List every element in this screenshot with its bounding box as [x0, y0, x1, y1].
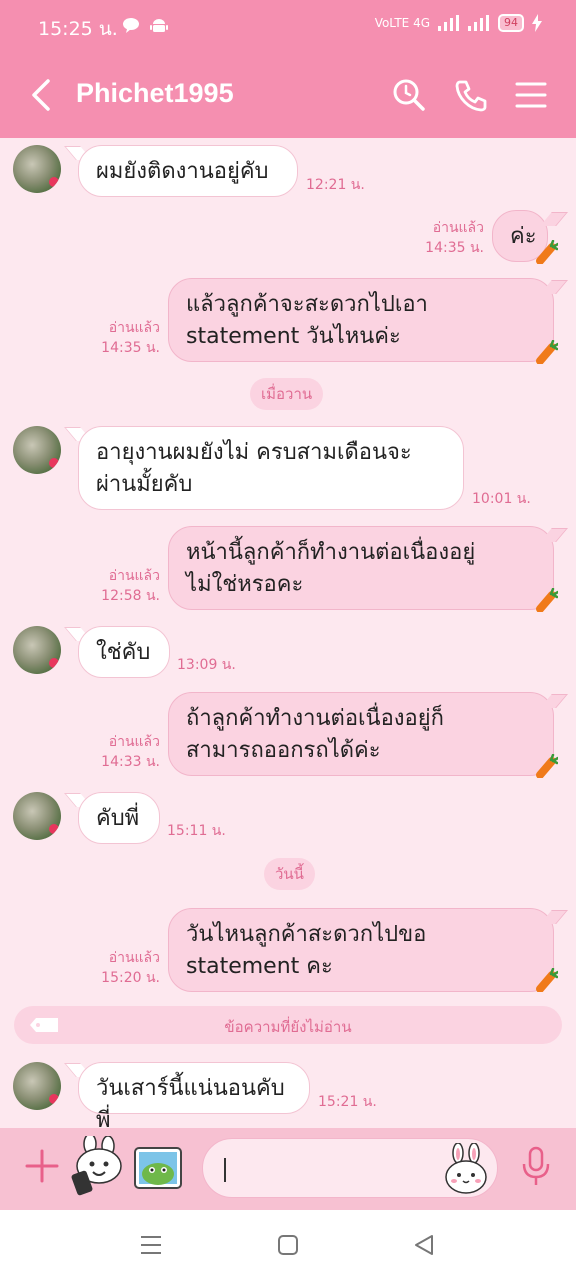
- carrot-icon: [536, 588, 558, 612]
- message-bubble-outgoing[interactable]: วันไหนลูกค้าสะดวกไปขอ statement คะ: [168, 908, 554, 992]
- input-bar: [0, 1128, 576, 1210]
- signal-icon: [438, 15, 459, 31]
- message-time: 14:33 น.: [101, 754, 160, 770]
- read-receipt: อ่านแล้ว: [108, 568, 160, 584]
- avatar[interactable]: [13, 626, 61, 674]
- battery-indicator: 94: [498, 14, 524, 32]
- message-bubble-incoming[interactable]: ผมยังติดงานอยู่คับ: [78, 145, 298, 197]
- back-nav-icon[interactable]: [412, 1232, 438, 1258]
- search-icon[interactable]: [392, 78, 426, 112]
- message-time: 12:58 น.: [101, 588, 160, 604]
- status-time: 15:25 น.: [38, 18, 118, 40]
- signal-icon-2: [468, 15, 489, 31]
- message-bubble-outgoing[interactable]: หน้านี้ลูกค้าก็ทำงานต่อเนื่องอยู่ ไม่ใช่…: [168, 526, 554, 610]
- message-time: 10:01 น.: [472, 491, 531, 507]
- avatar[interactable]: [13, 426, 61, 474]
- message-time: 14:35 น.: [425, 240, 484, 256]
- menu-icon[interactable]: [514, 78, 548, 112]
- recent-apps-icon[interactable]: [138, 1232, 164, 1258]
- avatar[interactable]: [13, 792, 61, 840]
- back-icon[interactable]: [28, 78, 56, 112]
- read-receipt: อ่านแล้ว: [108, 734, 160, 750]
- read-receipt: อ่านแล้ว: [108, 320, 160, 336]
- date-separator: วันนี้: [264, 858, 315, 890]
- message-bubble-incoming[interactable]: คับพี่: [78, 792, 160, 844]
- message-time: 14:35 น.: [101, 340, 160, 356]
- phone-icon[interactable]: [454, 78, 488, 112]
- carrot-icon: [536, 968, 558, 992]
- carrot-icon: [536, 340, 558, 364]
- chat-header: Phichet1995: [0, 52, 576, 138]
- message-time: 13:09 น.: [177, 657, 236, 673]
- carrot-icon: [536, 240, 558, 264]
- message-time: 15:20 น.: [101, 970, 160, 986]
- read-receipt: อ่านแล้ว: [432, 220, 484, 236]
- avatar[interactable]: [13, 145, 61, 193]
- gallery-icon[interactable]: [132, 1144, 184, 1192]
- unread-divider: ข้อความที่ยังไม่อ่าน: [14, 1006, 562, 1044]
- emoji-icon[interactable]: [443, 1143, 489, 1195]
- message-list[interactable]: ผมยังติดงานอยู่คับ 12:21 น. อ่านแล้ว 14:…: [0, 138, 576, 1133]
- message-bubble-outgoing[interactable]: แล้วลูกค้าจะสะดวกไปเอา statement วันไหนค…: [168, 278, 554, 362]
- message-time: 12:21 น.: [306, 177, 365, 193]
- message-input[interactable]: [202, 1138, 498, 1198]
- carrot-icon: [536, 754, 558, 778]
- network-indicator: VoLTE 4G: [374, 16, 430, 30]
- message-bubble-incoming[interactable]: อายุงานผมยังไม่ ครบสามเดือนจะ ผ่านมั้ยคั…: [78, 426, 464, 510]
- plus-icon[interactable]: [24, 1148, 60, 1184]
- date-separator: เมื่อวาน: [250, 378, 324, 410]
- unread-label: ข้อความที่ยังไม่อ่าน: [224, 1018, 352, 1036]
- message-time: 15:11 น.: [167, 823, 226, 839]
- message-time: 15:21 น.: [318, 1094, 377, 1110]
- read-receipt: อ่านแล้ว: [108, 950, 160, 966]
- message-bubble-outgoing[interactable]: ถ้าลูกค้าทำงานต่อเนื่องอยู่ก็ สามารถออกร…: [168, 692, 554, 776]
- home-icon[interactable]: [275, 1232, 301, 1258]
- charging-icon: [532, 14, 542, 32]
- line-notification-icon: [123, 18, 139, 33]
- system-nav-bar: [0, 1210, 576, 1280]
- message-bubble-incoming[interactable]: วันเสาร์นี้แน่นอนคับพี่: [78, 1062, 310, 1133]
- mic-icon[interactable]: [520, 1146, 552, 1188]
- avatar[interactable]: [13, 1062, 61, 1110]
- chat-title: Phichet1995: [76, 78, 234, 108]
- android-icon: [150, 19, 168, 32]
- message-bubble-incoming[interactable]: ใช่คับ: [78, 626, 170, 678]
- sticker-icon[interactable]: [68, 1136, 124, 1196]
- status-bar: 15:25 น. VoLTE 4G 94: [0, 0, 576, 52]
- text-caret: [224, 1158, 226, 1182]
